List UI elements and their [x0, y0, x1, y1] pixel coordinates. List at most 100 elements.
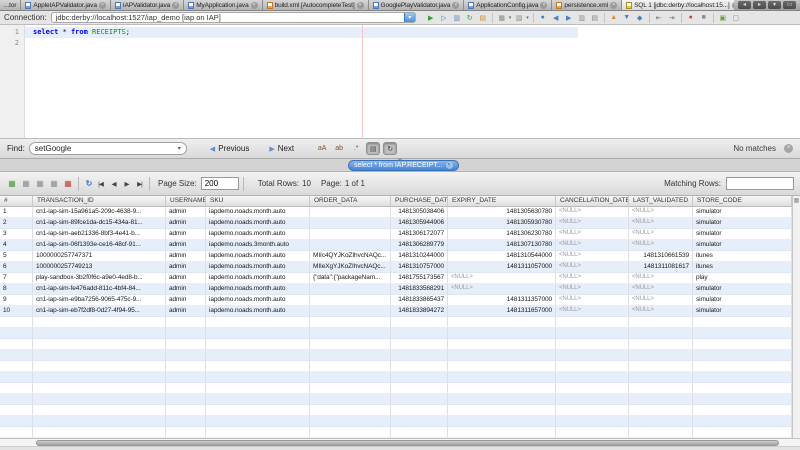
table-cell[interactable]	[33, 339, 166, 350]
table-cell[interactable]: <NULL>	[556, 251, 629, 262]
refresh-records-icon[interactable]: ↻	[83, 178, 95, 190]
table-cell[interactable]	[0, 328, 33, 339]
previous-bookmark-icon[interactable]: ▲	[609, 13, 619, 23]
table-cell[interactable]: simulator	[693, 218, 792, 229]
table-cell[interactable]	[33, 328, 166, 339]
table-cell[interactable]	[310, 229, 391, 240]
table-cell[interactable]	[33, 427, 166, 438]
table-cell[interactable]: MIIeXgYJKoZIhvcNAQc...	[310, 262, 391, 273]
table-cell[interactable]	[166, 350, 206, 361]
close-tab-icon[interactable]: ×	[540, 2, 547, 9]
table-cell[interactable]: play	[693, 273, 792, 284]
close-tab-icon[interactable]: ×	[172, 2, 179, 9]
code-line[interactable]	[25, 38, 800, 49]
table-cell[interactable]: admin	[166, 251, 206, 262]
table-cell[interactable]	[206, 372, 310, 383]
table-cell[interactable]	[448, 394, 556, 405]
table-cell[interactable]	[33, 317, 166, 328]
back-icon[interactable]: ◀	[551, 13, 561, 23]
table-row[interactable]	[0, 416, 792, 427]
table-cell[interactable]	[166, 372, 206, 383]
table-cell[interactable]	[448, 405, 556, 416]
table-cell[interactable]	[310, 427, 391, 438]
table-cell[interactable]	[391, 317, 448, 328]
table-cell[interactable]: 1481305630780	[448, 207, 556, 218]
table-cell[interactable]: 1481310544000	[448, 251, 556, 262]
table-cell[interactable]: <NULL>	[556, 284, 629, 295]
table-cell[interactable]	[556, 328, 629, 339]
results-tab[interactable]: select * from IAP.RECEIPT... ×	[348, 160, 459, 171]
table-cell[interactable]	[310, 306, 391, 317]
table-row[interactable]	[0, 427, 792, 438]
column-header[interactable]: TRANSACTION_ID	[33, 196, 166, 207]
results-tab-close-icon[interactable]: ×	[446, 162, 453, 169]
wrap-search-toggle[interactable]: ↻	[383, 142, 397, 155]
table-cell[interactable]: admin	[166, 218, 206, 229]
table-cell[interactable]: iapdemo.noads.month.auto	[206, 306, 310, 317]
table-cell[interactable]	[448, 350, 556, 361]
horizontal-scrollbar[interactable]	[0, 438, 800, 446]
table-cell[interactable]	[206, 339, 310, 350]
table-cell[interactable]	[448, 317, 556, 328]
close-tab-icon[interactable]: ×	[452, 2, 459, 9]
table-cell[interactable]: 1481833894272	[391, 306, 448, 317]
table-cell[interactable]: admin	[166, 240, 206, 251]
table-cell[interactable]	[693, 317, 792, 328]
column-header[interactable]: CANCELLATION_DATE	[556, 196, 629, 207]
shift-right-icon[interactable]: ⇥	[667, 13, 677, 23]
table-row[interactable]: 51000000257747371adminiapdemo.noads.mont…	[0, 251, 792, 262]
table-cell[interactable]: 1481311657000	[448, 306, 556, 317]
table-cell[interactable]: 1481307130780	[448, 240, 556, 251]
table-cell[interactable]: iapdemo.noads.month.auto	[206, 273, 310, 284]
table-cell[interactable]	[693, 372, 792, 383]
editor-tab[interactable]: build.xml [AutocompleteTest]×	[263, 0, 369, 10]
column-header[interactable]: LAST_VALIDATED	[629, 196, 693, 207]
table-cell[interactable]: <NULL>	[556, 218, 629, 229]
table-cell[interactable]: 1481833568291	[391, 284, 448, 295]
table-cell[interactable]: 1481833865437	[391, 295, 448, 306]
connection-combo[interactable]: jdbc:derby://localhost:1527/iap_demo [ia…	[51, 12, 416, 23]
column-header[interactable]: USERNAME	[166, 196, 206, 207]
matching-rows-input[interactable]	[726, 177, 794, 190]
table-cell[interactable]: cn1-iap-sim-89fce1da-dc15-434a-81...	[33, 218, 166, 229]
table-cell[interactable]: 4	[0, 240, 33, 251]
new-page-icon[interactable]: ▤	[590, 13, 600, 23]
table-cell[interactable]	[448, 372, 556, 383]
table-cell[interactable]	[391, 405, 448, 416]
shift-left-icon[interactable]: ⇤	[654, 13, 664, 23]
table-cell[interactable]	[166, 328, 206, 339]
table-cell[interactable]: <NULL>	[629, 207, 693, 218]
table-cell[interactable]	[0, 317, 33, 328]
table-row[interactable]	[0, 383, 792, 394]
truncate-table-icon[interactable]: ▦	[62, 178, 74, 190]
table-cell[interactable]	[206, 427, 310, 438]
table-cell[interactable]: cn1-iap-sim-aeb21336-8bf3-4e41-b...	[33, 229, 166, 240]
table-cell[interactable]	[629, 350, 693, 361]
table-cell[interactable]	[448, 361, 556, 372]
table-cell[interactable]	[693, 394, 792, 405]
table-cell[interactable]: {"data":{"packageNam...	[310, 273, 391, 284]
table-cell[interactable]: 1481310661539	[629, 251, 693, 262]
editor-tab[interactable]: GooglePlayValidator.java×	[369, 0, 465, 10]
table-row[interactable]	[0, 350, 792, 361]
sql-editor[interactable]: 12 select * from RECEIPTS;	[0, 25, 800, 138]
last-page-icon[interactable]: ▶|	[134, 178, 145, 190]
table-cell[interactable]	[166, 361, 206, 372]
table-cell[interactable]	[448, 427, 556, 438]
table-cell[interactable]	[206, 394, 310, 405]
table-cell[interactable]	[0, 361, 33, 372]
table-row[interactable]	[0, 361, 792, 372]
table-cell[interactable]: <NULL>	[556, 306, 629, 317]
table-cell[interactable]: iapdemo.noads.3month.auto	[206, 240, 310, 251]
table-cell[interactable]: iapdemo.noads.month.auto	[206, 284, 310, 295]
code-line[interactable]: select * from RECEIPTS;	[25, 27, 578, 38]
table-cell[interactable]	[166, 427, 206, 438]
table-cell[interactable]	[556, 427, 629, 438]
column-header[interactable]: #	[0, 196, 33, 207]
table-cell[interactable]: 7	[0, 273, 33, 284]
table-cell[interactable]: play-sandbox-3b2f0f6c-a9e0-4ed8-b...	[33, 273, 166, 284]
table-cell[interactable]: 10	[0, 306, 33, 317]
find-previous-button[interactable]: ◀ Previous	[205, 144, 255, 153]
table-cell[interactable]: <NULL>	[629, 295, 693, 306]
table-cell[interactable]	[310, 240, 391, 251]
